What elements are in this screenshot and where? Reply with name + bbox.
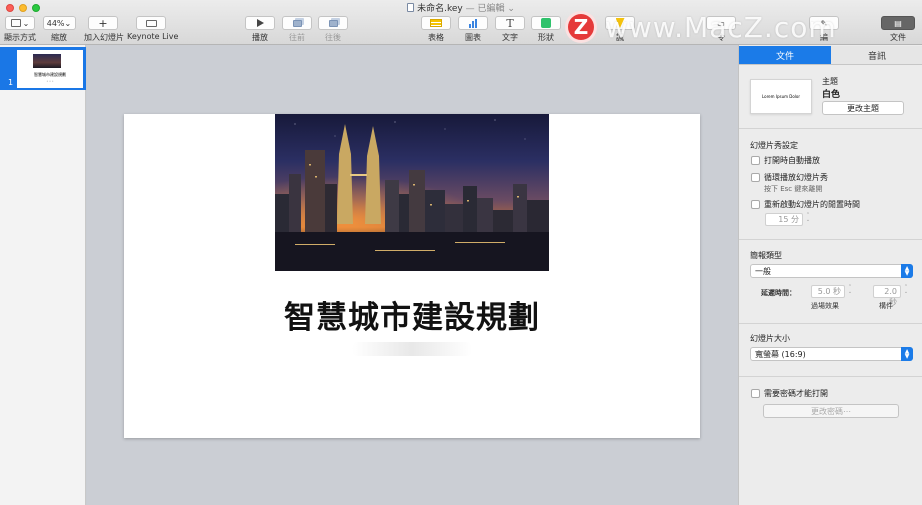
theme-preview-text: Lorem Ipsum Dolor	[761, 94, 801, 99]
view-label: 顯示方式	[4, 33, 36, 42]
shape-icon	[541, 18, 551, 28]
city-skyline-illustration	[275, 119, 549, 271]
transition-delay-field[interactable]: 5.0 秒	[811, 285, 845, 298]
toolbar: 未命名.key — 已編輯 ⌄ ⌄ 顯示方式 44% ⌄ 縮放 + 加入幻燈片 K…	[0, 0, 922, 45]
build-label: 構件	[879, 302, 893, 310]
build-delay-field[interactable]: 2.0 秒	[873, 285, 901, 307]
chart-label: 圖表	[465, 33, 481, 42]
bring-forward-button[interactable]: 往前	[282, 16, 312, 43]
checkbox-icon	[751, 200, 760, 209]
change-theme-button[interactable]: 更改主題	[822, 101, 904, 115]
slide-subtitle-placeholder[interactable]	[352, 342, 472, 356]
slide-thumbnail-preview: 智慧城市建設規劃 • • •	[17, 50, 83, 88]
theme-name: 白色	[822, 90, 841, 100]
transition-label: 過場效果	[811, 302, 839, 310]
keynote-live-label: Keynote Live	[127, 32, 179, 41]
autoplay-checkbox[interactable]: 打開時自動播放	[751, 155, 820, 166]
tab-audio[interactable]: 音訊	[831, 46, 922, 65]
send-backward-icon	[328, 19, 338, 27]
watermark-text: www.MacZ.com	[605, 10, 837, 44]
chart-button[interactable]: 圖表	[458, 16, 488, 43]
table-button[interactable]: 表格	[421, 16, 451, 43]
checkbox-icon	[751, 156, 760, 165]
require-password-label: 需要密碼才能打開	[764, 389, 828, 398]
slide-number: 1	[8, 78, 14, 87]
add-slide-label: 加入幻燈片	[84, 33, 124, 42]
require-password-checkbox[interactable]: 需要密碼才能打開	[751, 388, 828, 399]
city-skyline-image[interactable]	[275, 114, 549, 271]
slide-canvas: 智慧城市建設規劃	[87, 45, 738, 505]
thumbnail-subtitle: • • •	[46, 79, 54, 83]
chevron-down-icon[interactable]: ⌄	[507, 4, 515, 14]
text-icon: T	[506, 16, 514, 30]
presentation-type-select[interactable]: 一般 ▲ ▼	[750, 264, 913, 278]
presentation-type-value: 一般	[755, 266, 771, 276]
checkbox-icon	[751, 389, 760, 398]
view-menu[interactable]: ⌄ 顯示方式	[4, 16, 36, 43]
play-button[interactable]: 播放	[245, 16, 275, 43]
keynote-live-button[interactable]: Keynote Live	[127, 16, 179, 41]
build-delay-stepper[interactable]: ⌃ ⌄	[903, 285, 909, 297]
slide[interactable]: 智慧城市建設規劃	[124, 114, 700, 438]
shape-button[interactable]: 形狀	[531, 16, 561, 43]
document-status: — 已編輯	[465, 4, 505, 14]
thumbnail-title: 智慧城市建設規劃	[34, 72, 66, 77]
loop-label: 循環播放幻燈片秀	[764, 173, 828, 182]
slide-title[interactable]: 智慧城市建設規劃	[124, 292, 700, 337]
table-icon	[430, 19, 442, 27]
document-inspector-icon: ▤	[894, 18, 902, 28]
shape-label: 形狀	[538, 33, 554, 42]
change-password-button[interactable]: 更改密碼⋯	[763, 404, 899, 418]
inspector-tabs: 文件 音訊	[739, 46, 922, 65]
delay-label: 延遲時間：	[761, 289, 796, 297]
loop-checkbox[interactable]: 循環播放幻燈片秀	[751, 172, 828, 183]
select-arrows-icon: ▲ ▼	[901, 264, 913, 278]
document-icon	[407, 3, 415, 12]
idle-time-stepper[interactable]: ⌃ ⌄	[805, 213, 811, 225]
slide-size-heading: 幻燈片大小	[750, 334, 790, 343]
send-backward-button[interactable]: 往後	[318, 16, 348, 43]
checkbox-icon	[751, 173, 760, 182]
play-label: 播放	[252, 33, 268, 42]
restart-idle-label: 重新啟動幻燈片的閒置時間	[764, 200, 860, 209]
slide-thumbnail-1[interactable]: 1 智慧城市建設規劃 • • •	[0, 47, 86, 90]
tab-document[interactable]: 文件	[739, 46, 831, 65]
zoom-value: 44%	[46, 18, 65, 28]
document-title: 未命名.key	[417, 4, 463, 14]
select-arrows-icon: ▲ ▼	[901, 347, 913, 361]
screen-broadcast-icon	[145, 19, 157, 27]
view-icon	[10, 19, 21, 27]
zoom-label: 縮放	[51, 33, 67, 42]
restart-idle-checkbox[interactable]: 重新啟動幻燈片的閒置時間	[751, 199, 860, 210]
chart-icon	[469, 18, 477, 28]
play-icon	[256, 19, 264, 27]
thumbnail-image	[33, 54, 61, 68]
zoom-menu[interactable]: 44% ⌄ 縮放	[42, 16, 76, 43]
theme-heading: 主題	[822, 77, 838, 86]
bring-forward-icon	[292, 19, 302, 27]
slide-navigator: 1 智慧城市建設規劃 • • •	[0, 45, 86, 505]
theme-preview: Lorem Ipsum Dolor	[750, 79, 812, 114]
autoplay-label: 打開時自動播放	[764, 156, 820, 165]
slideshow-heading: 幻燈片秀設定	[750, 141, 798, 150]
transition-delay-stepper[interactable]: ⌃ ⌄	[847, 285, 853, 297]
bring-forward-label: 往前	[289, 33, 305, 42]
watermark-logo: Z	[565, 11, 597, 43]
watermark: Z www.MacZ.com	[565, 10, 895, 44]
idle-time-field[interactable]: 15 分	[765, 213, 803, 226]
slide-size-value: 寬螢幕 (16:9)	[755, 349, 806, 359]
send-backward-label: 往後	[325, 33, 341, 42]
add-slide-button[interactable]: + 加入幻燈片	[84, 16, 124, 43]
loop-note: 按下 Esc 鍵來離開	[764, 185, 823, 193]
text-button[interactable]: T 文字	[495, 16, 525, 43]
table-label: 表格	[428, 33, 444, 42]
presentation-type-heading: 簡報類型	[750, 251, 782, 260]
plus-icon: +	[88, 16, 118, 30]
text-label: 文字	[502, 33, 518, 42]
document-inspector: 文件 音訊 Lorem Ipsum Dolor 主題 白色 更改主題 幻燈片秀設…	[738, 45, 922, 505]
slide-size-select[interactable]: 寬螢幕 (16:9) ▲ ▼	[750, 347, 913, 361]
